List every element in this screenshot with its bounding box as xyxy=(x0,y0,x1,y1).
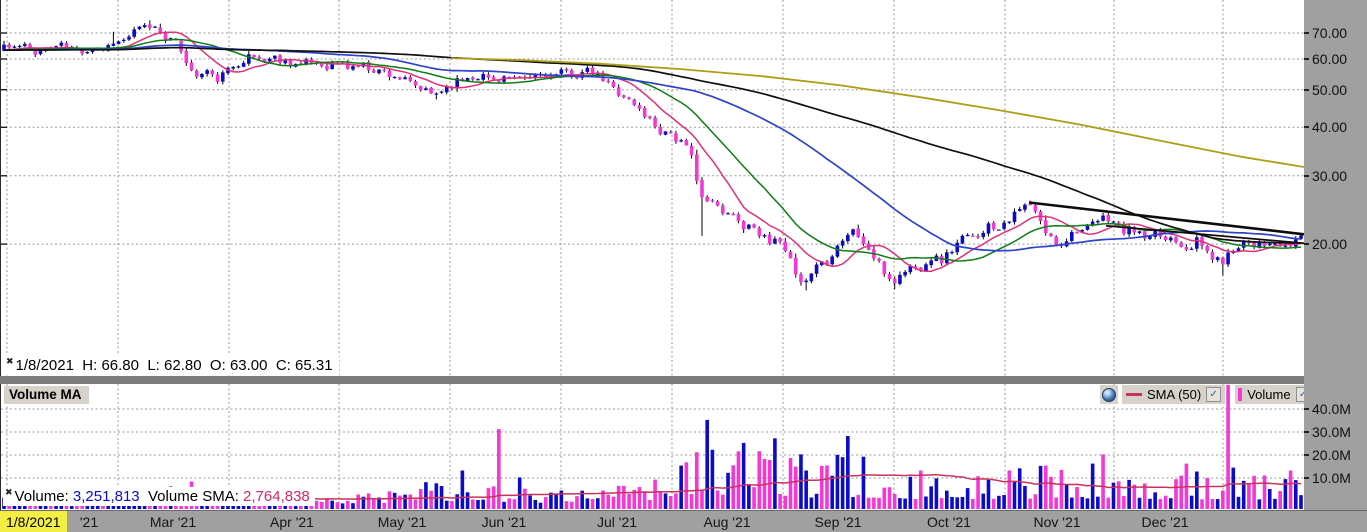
chart-window: ✖ 1/8/2021 H: 66.80 L: 62.80 O: 63.00 C:… xyxy=(0,0,1367,532)
volume-axis-label: 40.0M xyxy=(1312,401,1351,417)
date-axis-label: Jun '21 xyxy=(482,514,527,530)
price-axis[interactable]: 70.00 60.00 50.00 40.00 30.00 20.00 40.0M 30.0M… xyxy=(1304,0,1367,532)
price-axis-label: 50.00 xyxy=(1312,82,1347,98)
price-chart-canvas[interactable] xyxy=(1,0,1305,376)
volume-bar-swatch xyxy=(1238,388,1242,401)
price-chart-pane[interactable]: ✖ 1/8/2021 H: 66.80 L: 62.80 O: 63.00 C:… xyxy=(0,0,1305,376)
low-value: 62.80 xyxy=(164,357,202,374)
date-axis-label: Dec '21 xyxy=(1141,514,1188,530)
date-axis-label: Aug '21 xyxy=(703,514,750,530)
volume-axis-tick xyxy=(1304,431,1309,433)
sma-line-swatch xyxy=(1126,393,1142,396)
volume-pane-title: Volume MA xyxy=(4,386,89,404)
close-value: 65.31 xyxy=(295,357,333,374)
low-label: L: xyxy=(147,357,160,374)
price-axis-label: 60.00 xyxy=(1312,51,1347,67)
price-axis-tick xyxy=(1304,175,1309,177)
high-label: H: xyxy=(82,357,97,374)
date-axis-label: Oct '21 xyxy=(927,514,971,530)
date-axis-label: Apr '21 xyxy=(270,514,314,530)
volume-sma-value: 2,764,838 xyxy=(243,488,310,505)
close-icon[interactable]: ✖ xyxy=(6,357,14,366)
pane-divider[interactable] xyxy=(0,376,1367,384)
price-axis-label: 30.00 xyxy=(1312,168,1347,184)
close-label: C: xyxy=(276,357,291,374)
volume-label: Volume: xyxy=(15,488,69,505)
date-axis-label: Mar '21 xyxy=(150,514,196,530)
volume-legend-label: Volume xyxy=(1247,387,1290,402)
crosshair-date-chip: 1/8/2021 xyxy=(0,511,67,532)
price-axis-label: 70.00 xyxy=(1312,25,1347,41)
high-value: 66.80 xyxy=(101,357,139,374)
volume-legend-item: Volume ✓ xyxy=(1235,385,1313,404)
price-axis-tick xyxy=(1304,32,1309,34)
price-axis-tick xyxy=(1304,243,1309,245)
volume-axis-tick xyxy=(1304,408,1309,410)
open-label: O: xyxy=(210,357,226,374)
sma-dropdown-button[interactable]: ✓ xyxy=(1206,387,1221,402)
close-icon[interactable]: ✖ xyxy=(5,488,13,497)
price-axis-label: 40.00 xyxy=(1312,119,1347,135)
date-axis-label: Jul '21 xyxy=(597,514,637,530)
volume-sma-legend-item: SMA (50) ✓ xyxy=(1122,385,1225,404)
price-axis-label: 20.00 xyxy=(1312,236,1347,252)
volume-legend: SMA (50) ✓ Volume ✓ xyxy=(1100,385,1314,404)
volume-axis-label: 10.0M xyxy=(1312,470,1351,486)
price-status-readout: ✖ 1/8/2021 H: 66.80 L: 62.80 O: 63.00 C:… xyxy=(4,355,339,375)
date-axis-label: '21 xyxy=(80,514,98,530)
price-axis-tick xyxy=(1304,126,1309,128)
volume-status-readout: ✖ Volume: 3,251,813 Volume SMA: 2,764,83… xyxy=(3,487,315,506)
price-axis-tick xyxy=(1304,89,1309,91)
sma-legend-label: SMA (50) xyxy=(1147,387,1201,402)
volume-axis-label: 20.0M xyxy=(1312,447,1351,463)
status-date: 1/8/2021 xyxy=(16,357,74,374)
date-axis-label: Nov '21 xyxy=(1033,514,1080,530)
price-axis-tick xyxy=(1304,58,1309,60)
volume-value: 3,251,813 xyxy=(73,488,140,505)
open-value: 63.00 xyxy=(230,357,268,374)
date-axis-label: May '21 xyxy=(378,514,427,530)
volume-axis-tick xyxy=(1304,454,1309,456)
indicator-settings-button[interactable] xyxy=(1100,385,1118,404)
volume-axis-label: 30.0M xyxy=(1312,424,1351,440)
date-axis-label: Sep '21 xyxy=(814,514,861,530)
globe-icon xyxy=(1102,388,1116,402)
volume-axis-tick xyxy=(1304,477,1309,479)
volume-sma-label: Volume SMA: xyxy=(148,488,239,505)
date-axis[interactable]: 1/8/2021 '21 Mar '21 Apr '21 May '21 Jun '21… xyxy=(0,510,1367,532)
